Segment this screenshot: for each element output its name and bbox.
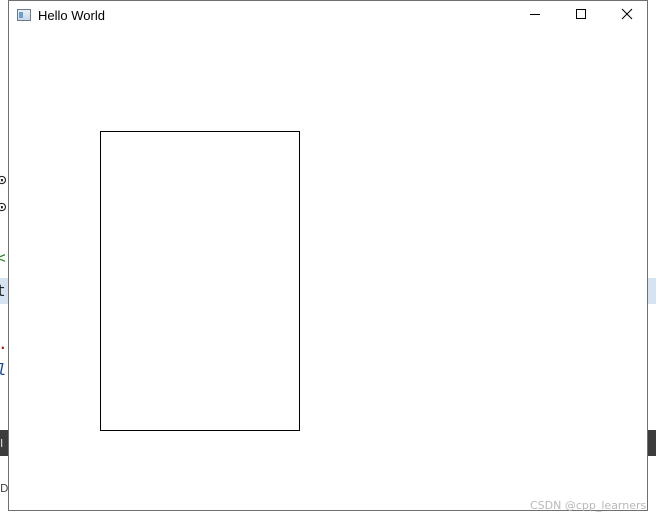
close-button[interactable] xyxy=(604,1,650,31)
title-bar[interactable]: Hello World xyxy=(9,1,647,32)
editor-glyph: I xyxy=(0,437,4,450)
maximize-icon xyxy=(575,7,587,25)
editor-panel-right xyxy=(648,430,656,456)
close-icon xyxy=(621,7,633,25)
editor-glyph: . xyxy=(0,336,8,352)
editor-glyph: ⊙ xyxy=(0,170,7,189)
maximize-button[interactable] xyxy=(558,1,604,31)
editor-glyph: l xyxy=(0,362,7,378)
editor-glyph: ⊙ xyxy=(0,197,7,216)
minimize-icon xyxy=(529,7,541,25)
app-window-icon xyxy=(17,9,31,21)
minimize-button[interactable] xyxy=(512,1,558,31)
window-title: Hello World xyxy=(38,8,105,23)
drawn-rectangle xyxy=(100,131,300,431)
watermark-text: CSDN @cpp_learners xyxy=(530,499,647,512)
editor-highlight-band-right xyxy=(648,278,656,304)
editor-glyph: < xyxy=(0,248,6,267)
desktop-background: ⊙ ⊙ < t . l I D Hello World xyxy=(0,0,656,519)
editor-glyph: t xyxy=(0,281,6,300)
